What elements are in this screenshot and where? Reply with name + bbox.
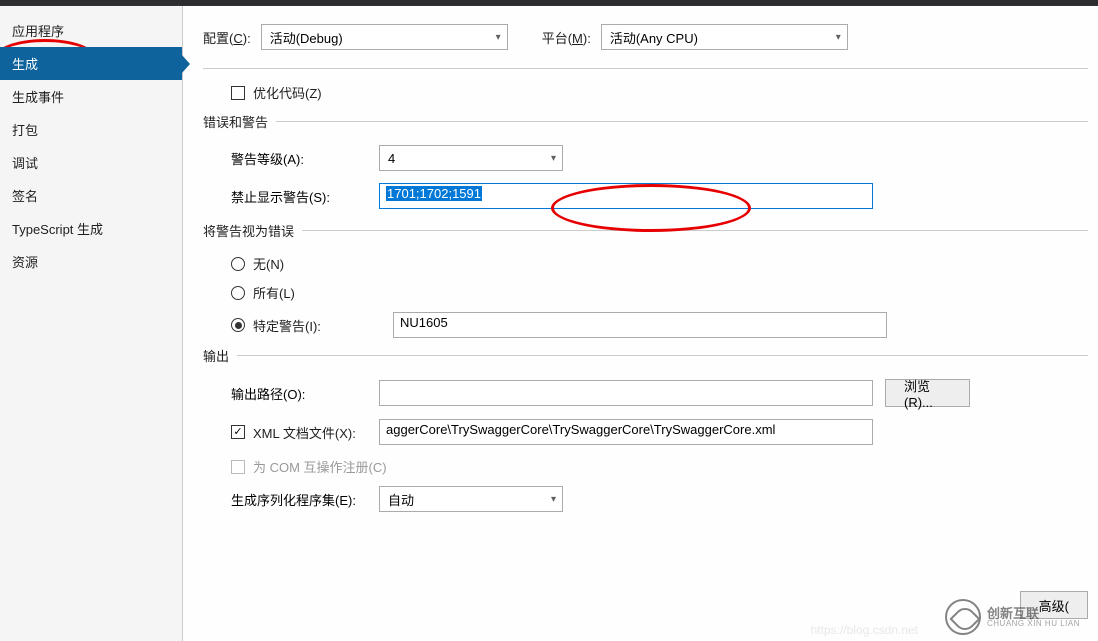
configuration-combo[interactable]: 活动(Debug) ▾ — [261, 24, 508, 50]
logo-icon — [945, 599, 981, 635]
radio-none-label: 无(N) — [253, 254, 284, 273]
platform-combo[interactable]: 活动(Any CPU) ▾ — [601, 24, 848, 50]
output-path-label: 输出路径(O): — [231, 384, 379, 403]
serialization-combo[interactable]: 自动 ▾ — [379, 486, 563, 512]
chevron-down-icon: ▾ — [551, 153, 556, 164]
sidebar-item-signing[interactable]: 签名 — [0, 179, 182, 212]
warning-level-combo[interactable]: 4 ▾ — [379, 145, 563, 171]
sidebar-item-build[interactable]: 生成 — [0, 47, 182, 80]
radio-specific[interactable] — [231, 318, 245, 332]
xml-doc-label: XML 文档文件(X): — [253, 423, 379, 442]
specific-warnings-input[interactable]: NU1605 — [393, 312, 887, 338]
com-register-checkbox — [231, 460, 245, 474]
configuration-label: 配置(C): — [203, 28, 251, 47]
section-output: 输出 — [203, 346, 1088, 365]
optimize-code-checkbox[interactable] — [231, 86, 245, 100]
xml-doc-path-input[interactable]: aggerCore\TrySwaggerCore\TrySwaggerCore\… — [379, 419, 873, 445]
radio-none[interactable] — [231, 257, 245, 271]
serialization-label: 生成序列化程序集(E): — [231, 490, 379, 509]
warning-level-label: 警告等级(A): — [231, 149, 379, 168]
sidebar-item-typescript-build[interactable]: TypeScript 生成 — [0, 212, 182, 245]
optimize-code-label: 优化代码(Z) — [253, 83, 322, 102]
section-treat-warnings-as-errors: 将警告视为错误 — [203, 221, 1088, 240]
divider — [203, 68, 1088, 69]
xml-doc-checkbox[interactable]: ✓ — [231, 425, 245, 439]
sidebar: 应用程序 生成 生成事件 打包 调试 签名 TypeScript 生成 资源 — [0, 6, 183, 641]
browse-button[interactable]: 浏览(R)... — [885, 379, 970, 407]
watermark-url: https://blog.csdn.net — [811, 623, 918, 637]
suppress-warnings-label: 禁止显示警告(S): — [231, 187, 379, 206]
sidebar-item-package[interactable]: 打包 — [0, 113, 182, 146]
radio-specific-label: 特定警告(I): — [253, 316, 385, 335]
radio-all-label: 所有(L) — [253, 283, 295, 302]
suppress-warnings-input[interactable]: 1701;1702;1591 — [379, 183, 873, 209]
sidebar-item-application[interactable]: 应用程序 — [0, 14, 182, 47]
sidebar-item-build-events[interactable]: 生成事件 — [0, 80, 182, 113]
chevron-down-icon: ▾ — [836, 32, 841, 43]
main-panel: 配置(C): 活动(Debug) ▾ 平台(M): 活动(Any CPU) ▾ … — [183, 6, 1098, 641]
sidebar-item-resources[interactable]: 资源 — [0, 245, 182, 278]
sidebar-item-debug[interactable]: 调试 — [0, 146, 182, 179]
com-register-label: 为 COM 互操作注册(C) — [253, 457, 387, 476]
platform-label: 平台(M): — [542, 28, 591, 47]
watermark-logo: 创新互联 CHUANG XIN HU LIAN — [945, 599, 1080, 635]
chevron-down-icon: ▾ — [551, 494, 556, 505]
radio-all[interactable] — [231, 286, 245, 300]
section-errors-warnings: 错误和警告 — [203, 112, 1088, 131]
chevron-down-icon: ▾ — [496, 32, 501, 43]
output-path-input[interactable] — [379, 380, 873, 406]
